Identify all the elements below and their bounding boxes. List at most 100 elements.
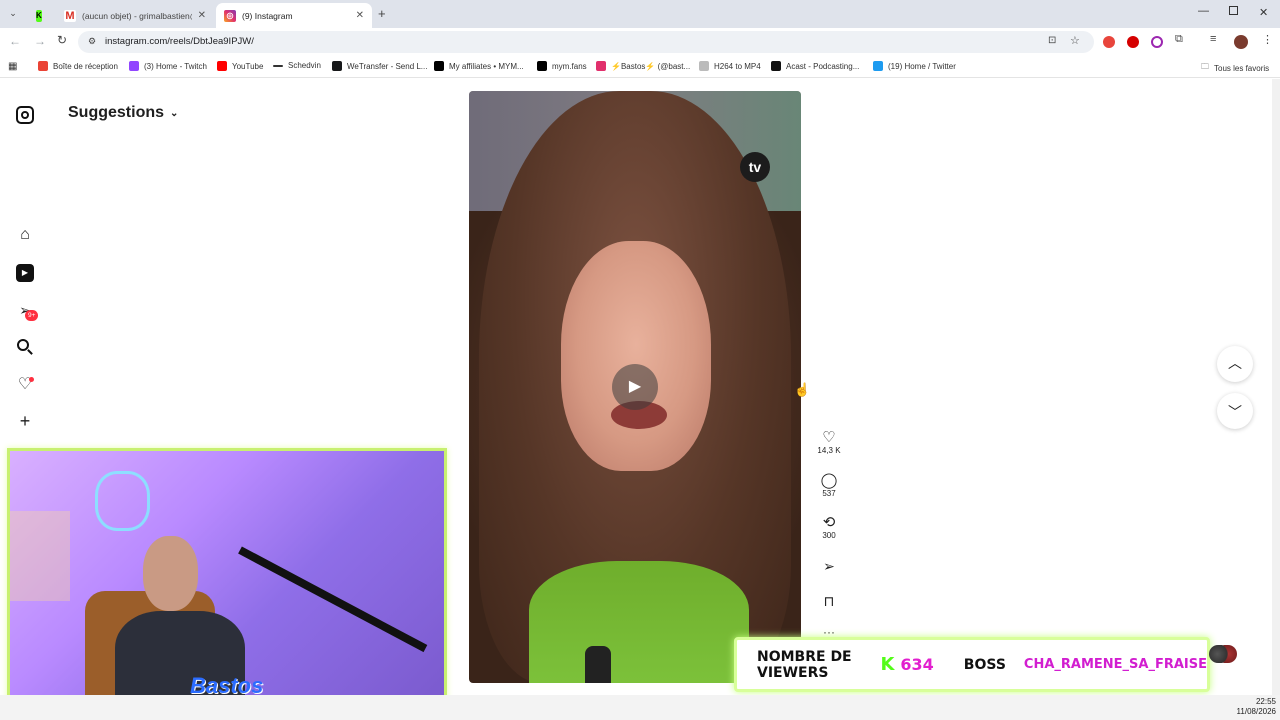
bookmark-mym-fans[interactable]: mym.fans <box>537 61 587 71</box>
close-tab-icon[interactable]: ✕ <box>356 10 364 21</box>
minimize-icon[interactable]: — <box>1198 5 1209 17</box>
neon-light-shape <box>95 471 150 531</box>
like-button[interactable]: ♡ 14,3 K <box>812 430 846 456</box>
previous-reel-button[interactable]: ︿ <box>1217 346 1253 382</box>
viewers-label: NOMBRE DE VIEWERS <box>757 648 852 681</box>
bookmark-wetransfer[interactable]: WeTransfer - Send L... <box>332 61 427 71</box>
save-button[interactable]: ⊓ <box>812 593 846 609</box>
install-app-icon[interactable]: ⊡ <box>1048 35 1056 46</box>
bookmark-mym-affiliates[interactable]: My affiliates • MYM... <box>434 61 524 71</box>
repost-button[interactable]: ⟲ 300 <box>812 514 846 541</box>
bookmark-icon: ⊓ <box>823 593 835 609</box>
bookmarks-bar: ▦ Boîte de réception (3) Home - Twitch Y… <box>0 56 1280 78</box>
media-control-icon[interactable]: ≡ <box>1210 33 1216 45</box>
bookmark-youtube[interactable]: YouTube <box>217 61 263 71</box>
search-icon[interactable] <box>16 338 34 356</box>
extension-red-icon[interactable] <box>1127 36 1139 48</box>
adblock-icon[interactable] <box>1103 36 1115 48</box>
browser-menu-icon[interactable]: ⋮ <box>1262 33 1273 46</box>
forward-icon[interactable]: → <box>34 34 46 48</box>
comment-count: 537 <box>822 489 836 498</box>
clock-time: 22:55 <box>1255 697 1276 706</box>
twitch-icon <box>129 61 139 71</box>
close-window-icon[interactable]: ✕ <box>1259 6 1268 19</box>
channel-badge-text: tv <box>748 159 762 175</box>
apps-icon[interactable]: ▦ <box>8 61 17 72</box>
channel-badge: tv <box>740 152 770 182</box>
bookmark-schedvin[interactable]: Schedvin <box>273 61 321 70</box>
taskbar-clock[interactable]: 22:55 11/08/2026 <box>1232 697 1276 717</box>
youtube-icon <box>217 61 227 71</box>
reels-icon[interactable]: ▶ <box>16 264 34 282</box>
wetransfer-icon <box>332 61 342 71</box>
block-icon[interactable] <box>1151 36 1163 48</box>
bookmark-h264[interactable]: H264 to MP4 <box>699 61 761 71</box>
bookmark-gmail[interactable]: Boîte de réception <box>38 61 118 71</box>
notification-badge: 9+ <box>25 310 39 321</box>
browser-tab-strip: ⌄ K M (aucun objet) - grimalbastien@ ✕ ◎… <box>0 0 1280 28</box>
webcam-overlay: Bastos <box>7 448 447 713</box>
address-bar[interactable]: ⚙ instagram.com/reels/DbtJea9IPJW/ ⊡ ☆ <box>78 31 1094 53</box>
site-info-icon[interactable]: ⚙ <box>88 36 96 47</box>
close-tab-icon[interactable]: ✕ <box>198 10 206 21</box>
viewers-count: 634 <box>900 655 934 674</box>
comment-icon: ◯ <box>820 472 838 489</box>
instagram-icon: ◎ <box>224 9 236 22</box>
boss-name: CHA_RAMENE_SA_FRAISE <box>1023 657 1207 672</box>
tab-instagram[interactable]: ◎ (9) Instagram ✕ <box>216 3 372 28</box>
kick-icon: K <box>880 654 895 675</box>
tab-kick[interactable]: K <box>28 3 54 28</box>
repost-icon: ⟲ <box>822 514 836 531</box>
shelf-shape <box>10 511 70 601</box>
tab-gmail[interactable]: M (aucun objet) - grimalbastien@ ✕ <box>56 3 214 28</box>
new-tab-button[interactable]: + <box>378 6 386 21</box>
create-icon[interactable]: + <box>16 412 34 430</box>
reel-video[interactable]: tv ▶ <box>469 91 801 683</box>
bookmark-star-icon[interactable]: ☆ <box>1070 34 1080 47</box>
schedvin-icon <box>273 64 283 67</box>
home-icon[interactable]: ⌂ <box>16 226 34 244</box>
chevron-down-icon: ⌄ <box>170 107 179 119</box>
like-count: 14,3 K <box>817 446 841 455</box>
chevron-up-icon: ︿ <box>1228 355 1242 371</box>
boss-label: BOSS <box>963 656 1006 673</box>
reload-icon[interactable]: ↻ <box>57 33 67 47</box>
comment-button[interactable]: ◯ 537 <box>812 472 846 499</box>
streamer-head-shape <box>143 536 198 611</box>
bookmark-twitch[interactable]: (3) Home - Twitch <box>129 61 207 71</box>
mym-icon <box>537 61 547 71</box>
boss-avatar <box>1209 645 1237 663</box>
acast-icon <box>771 61 781 71</box>
suggestions-dropdown[interactable]: Suggestions ⌄ <box>68 104 178 122</box>
extensions-icon[interactable]: ⧉ <box>1175 33 1183 46</box>
browser-toolbar: ← → ↻ ⚙ instagram.com/reels/DbtJea9IPJW/… <box>0 28 1280 56</box>
page-title: Suggestions <box>68 104 165 121</box>
viewers-banner: NOMBRE DE VIEWERS K 634 BOSS CHA_RAMENE_… <box>734 637 1210 692</box>
share-button[interactable]: ➢ <box>812 558 846 574</box>
mouse-cursor-icon: ☝ <box>794 382 811 397</box>
bookmark-twitter[interactable]: (19) Home / Twitter <box>873 61 956 71</box>
send-icon: ➢ <box>823 558 835 574</box>
url-text[interactable]: instagram.com/reels/DbtJea9IPJW/ <box>105 36 254 47</box>
activity-dot <box>29 377 34 382</box>
bookmark-acast[interactable]: Acast - Podcasting... <box>771 61 859 71</box>
mic-arm-shape <box>238 546 428 653</box>
chevron-down-icon: ﹀ <box>1228 404 1242 420</box>
bookmark-all-favorites[interactable]: 🗀 Tous les favoris <box>1201 61 1269 75</box>
page-scrollbar[interactable] <box>1272 79 1280 695</box>
twitter-icon <box>873 61 883 71</box>
tab-search-button[interactable]: ⌄ <box>6 8 20 20</box>
restore-icon[interactable] <box>1229 6 1238 15</box>
taskbar: 22:55 11/08/2026 <box>0 695 1280 720</box>
profile-avatar[interactable] <box>1234 35 1248 49</box>
folder-icon: 🗀 <box>1201 62 1209 71</box>
mym-icon <box>434 61 444 71</box>
face-shape <box>561 241 711 471</box>
bookmark-instagram[interactable]: ⚡Bastos⚡ (@bast... <box>596 61 690 71</box>
next-reel-button[interactable]: ﹀ <box>1217 393 1253 429</box>
gmail-icon <box>38 61 48 71</box>
play-button[interactable]: ▶ <box>612 364 658 410</box>
instagram-logo-icon[interactable] <box>16 106 34 124</box>
repost-count: 300 <box>822 531 836 540</box>
back-icon[interactable]: ← <box>9 34 21 48</box>
